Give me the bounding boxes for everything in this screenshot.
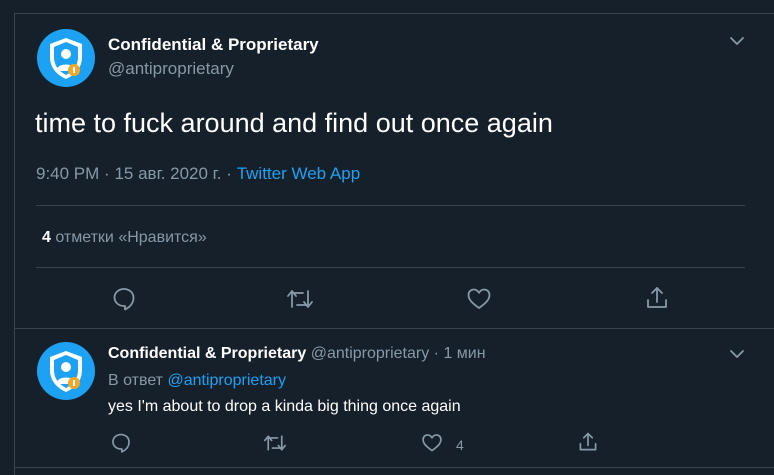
in-reply-mention[interactable]: @antiproprietary (167, 372, 286, 389)
like-label: отметки «Нравится» (55, 229, 207, 246)
like-icon[interactable] (421, 432, 443, 454)
tweet-date[interactable]: 15 авг. 2020 г. (114, 164, 221, 183)
reply-author-name[interactable]: Confidential & Proprietary (108, 345, 306, 362)
retweet-icon[interactable] (262, 432, 288, 454)
reply-like-count: 4 (456, 437, 464, 453)
reply-author-handle[interactable]: @antiproprietary (311, 345, 430, 362)
retweet-icon[interactable] (285, 286, 315, 312)
meta-separator: · (104, 164, 110, 183)
reply-text: yes I'm about to drop a kinda big thing … (108, 398, 461, 415)
tweet-text: time to fuck around and find out once ag… (35, 108, 553, 138)
like-count: 4 (42, 229, 51, 246)
likes-summary[interactable]: 4 отметки «Нравится» (42, 229, 207, 247)
meta-separator: · (226, 164, 232, 183)
author-name[interactable]: Confidential & Proprietary (108, 35, 319, 55)
meta-separator: · (433, 345, 439, 362)
chevron-down-icon[interactable] (728, 345, 746, 363)
divider (14, 467, 774, 468)
shield-person-icon (50, 38, 82, 79)
tweet-meta: 9:40 PM · 15 авг. 2020 г. · Twitter Web … (36, 164, 360, 184)
shield-person-icon (50, 351, 82, 392)
avatar[interactable] (37, 29, 95, 87)
share-icon[interactable] (644, 285, 670, 311)
author-handle[interactable]: @antiproprietary (108, 59, 234, 79)
in-reply-prefix: В ответ (108, 372, 164, 389)
tweet-time[interactable]: 9:40 PM (36, 164, 99, 183)
tweet-source-link[interactable]: Twitter Web App (237, 164, 360, 183)
divider (36, 267, 745, 268)
avatar[interactable] (37, 342, 95, 400)
chevron-down-icon[interactable] (728, 32, 746, 50)
reply-icon[interactable] (110, 432, 132, 454)
share-icon[interactable] (577, 431, 599, 453)
reply-header: Confidential & Proprietary @antipropriet… (108, 345, 486, 363)
divider (36, 205, 745, 206)
in-reply-to: В ответ @antiproprietary (108, 372, 286, 390)
divider (14, 328, 774, 329)
reply-icon[interactable] (111, 286, 137, 312)
like-icon[interactable] (466, 286, 492, 312)
reply-time[interactable]: 1 мин (443, 345, 485, 362)
